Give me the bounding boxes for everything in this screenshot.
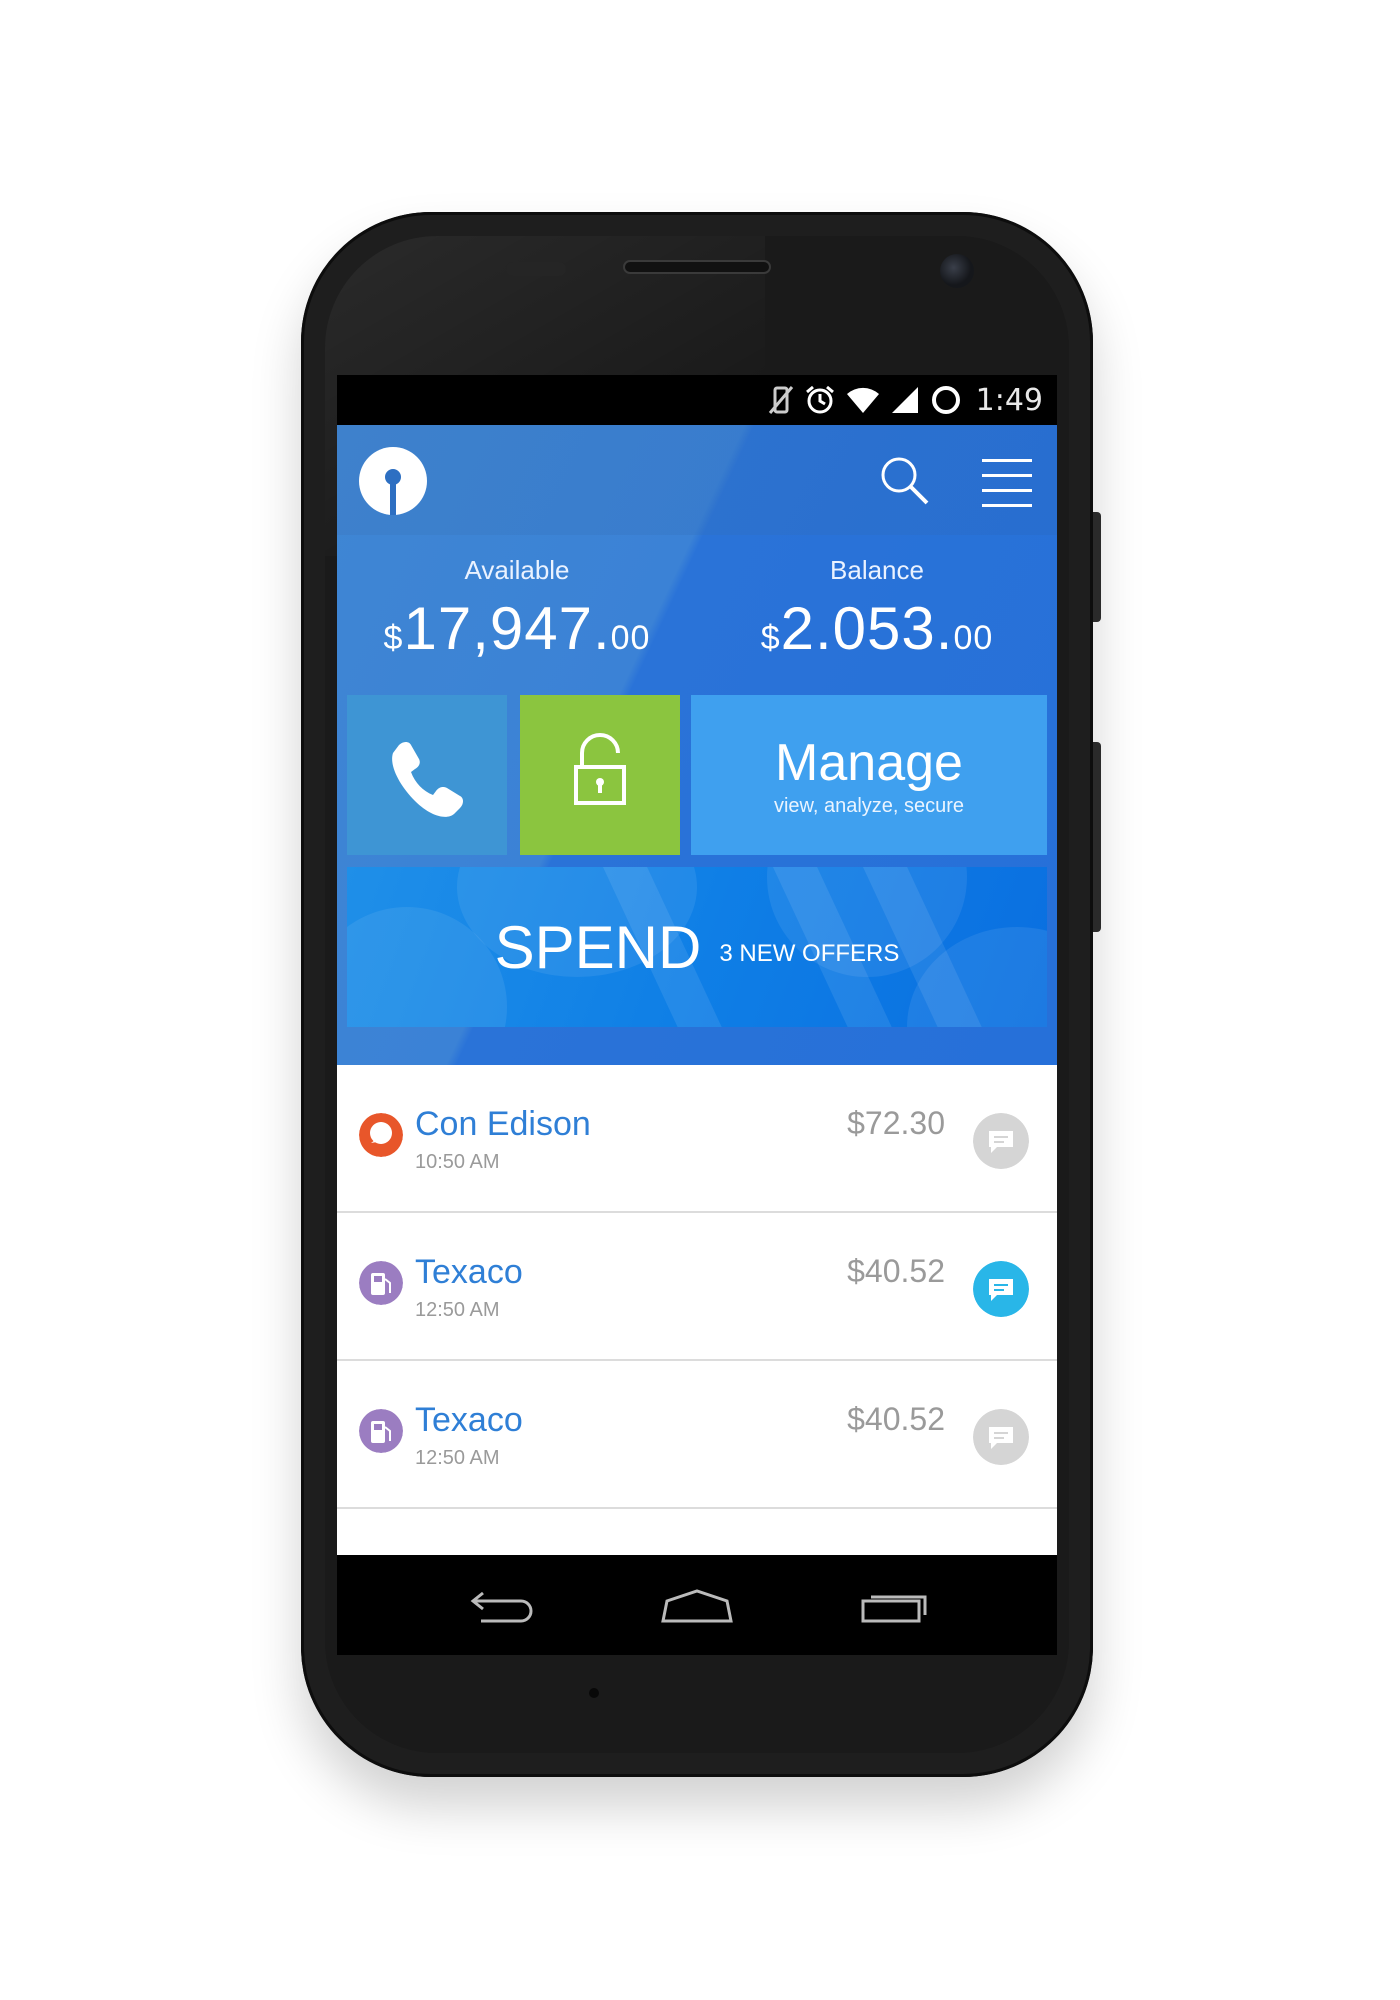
transaction-time: 12:50 AM: [415, 1447, 500, 1469]
bulb-icon: [359, 1113, 403, 1157]
bank-logo-icon[interactable]: [359, 447, 427, 515]
app-toolbar: [337, 425, 1057, 535]
vibrate-off-icon: [768, 386, 793, 414]
transaction-amount: $40.52: [847, 1401, 945, 1437]
chat-icon[interactable]: [973, 1113, 1029, 1169]
transaction-merchant: Con Edison: [415, 1105, 591, 1143]
proximity-sensor: [506, 262, 566, 276]
phone-call-icon: [392, 742, 463, 817]
dashboard-panel: Available $17,947.00 Balance $2.053.00 M…: [337, 425, 1057, 1065]
balance-amount: $2.053.00: [760, 595, 994, 662]
battery-charging-icon: [931, 386, 960, 414]
transaction-merchant: Texaco: [415, 1253, 523, 1291]
back-icon[interactable]: [461, 1583, 541, 1627]
manage-title: Manage: [775, 734, 963, 792]
signal-icon: [891, 387, 918, 413]
spend-text: SPEND 3 NEW OFFERS: [347, 867, 1047, 1027]
available-amount: $17,947.00: [383, 595, 651, 662]
chat-icon[interactable]: [973, 1409, 1029, 1465]
manage-tile-button[interactable]: Manage view, analyze, secure: [691, 695, 1047, 855]
microphone: [589, 1688, 599, 1698]
account-balance: Balance $2.053.00: [697, 555, 1057, 663]
gas-pump-icon: [359, 1409, 403, 1453]
transaction-row[interactable]: Texaco 12:50 AM $40.52: [337, 1361, 1057, 1509]
hamburger-menu-icon[interactable]: [982, 459, 1032, 507]
lock-tile-button[interactable]: [520, 695, 680, 855]
alarm-icon: [805, 385, 834, 414]
phone-screen: 1:49 Available $17,947.00 Balance $2.053…: [337, 375, 1057, 1655]
transaction-merchant: Texaco: [415, 1401, 523, 1439]
power-button[interactable]: [1093, 512, 1101, 622]
transaction-row[interactable]: Con Edison 10:50 AM $72.30: [337, 1065, 1057, 1213]
spend-offers-banner[interactable]: SPEND 3 NEW OFFERS: [347, 867, 1047, 1027]
transaction-list: Con Edison 10:50 AM $72.30 Texaco 12:50 …: [337, 1065, 1057, 1555]
search-icon[interactable]: [877, 453, 933, 509]
transaction-time: 12:50 AM: [415, 1299, 500, 1321]
system-navigation-bar: [337, 1555, 1057, 1655]
chat-icon[interactable]: [973, 1261, 1029, 1317]
volume-rocker[interactable]: [1093, 742, 1101, 932]
recent-apps-icon[interactable]: [857, 1583, 937, 1627]
status-icons: 1:49: [768, 375, 1043, 425]
home-icon[interactable]: [657, 1583, 737, 1627]
status-time: 1:49: [975, 382, 1043, 418]
transaction-time: 10:50 AM: [415, 1151, 500, 1173]
spend-offers-count: 3 NEW OFFERS: [719, 940, 900, 967]
call-tile-button[interactable]: [347, 695, 507, 855]
available-balance: Available $17,947.00: [337, 555, 697, 663]
manage-subtitle: view, analyze, secure: [773, 795, 965, 817]
front-camera: [940, 254, 974, 288]
earpiece-speaker: [623, 260, 771, 274]
spend-title: SPEND: [494, 913, 702, 981]
available-label: Available: [464, 555, 570, 585]
gas-pump-icon: [359, 1261, 403, 1305]
unlock-icon: [574, 733, 626, 805]
balance-label: Balance: [830, 555, 924, 585]
transaction-row[interactable]: Texaco 12:50 AM $40.52: [337, 1213, 1057, 1361]
transaction-row-partial[interactable]: [337, 1509, 1057, 1555]
wifi-icon: [846, 387, 879, 413]
transaction-amount: $72.30: [847, 1105, 945, 1141]
transaction-amount: $40.52: [847, 1253, 945, 1289]
status-bar: 1:49: [337, 375, 1057, 425]
